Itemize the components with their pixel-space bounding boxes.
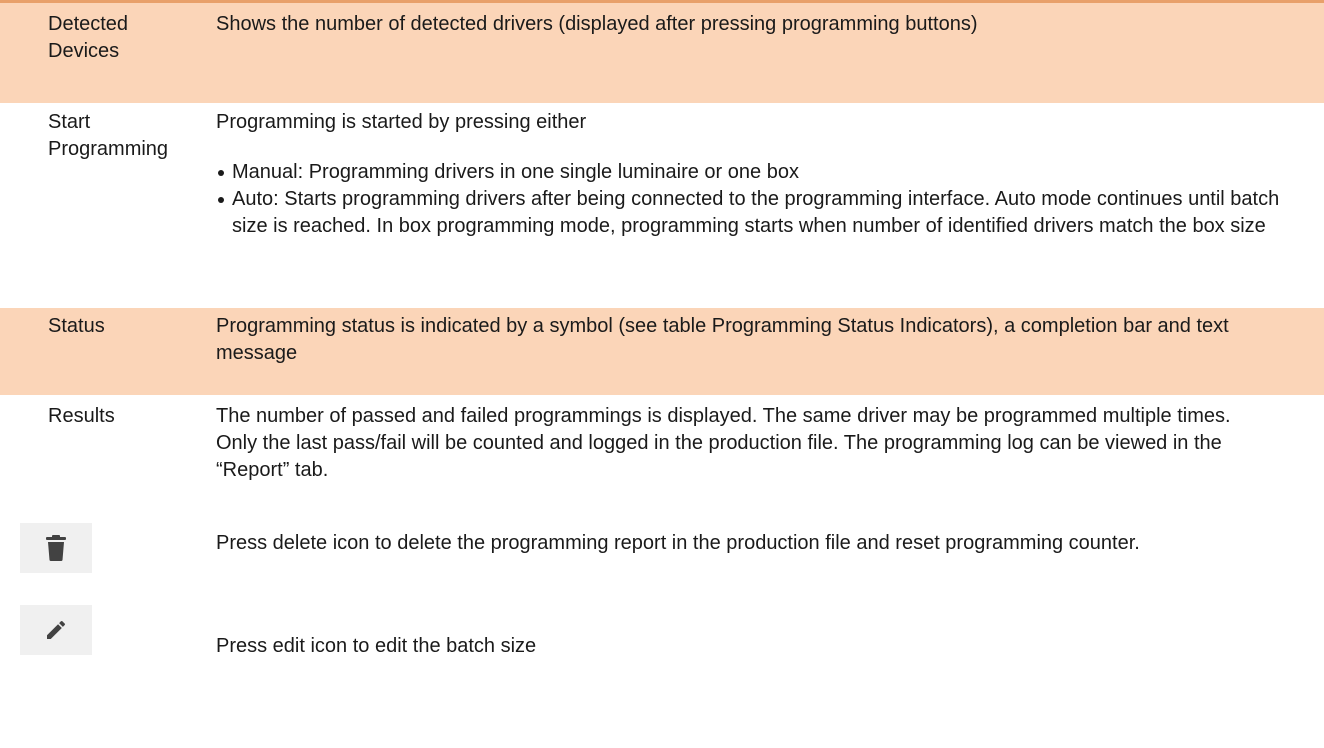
description-text: Shows the number of detected drivers (di…: [216, 13, 978, 35]
table-row-edit: Press edit icon to edit the batch size: [0, 603, 1324, 683]
description-text: The number of passed and failed programm…: [216, 405, 1231, 481]
term-label: Start Programming: [48, 111, 169, 160]
term-label: Status: [48, 315, 105, 337]
term-label: Results: [48, 405, 115, 427]
list-item: Manual: Programming drivers in one singl…: [216, 159, 1306, 186]
description-text: Programming is started by pressing eithe…: [216, 111, 587, 133]
table-row-results: Results The number of passed and failed …: [0, 395, 1324, 523]
delete-icon: [20, 523, 92, 573]
edit-icon: [20, 605, 92, 655]
definition-table: Detected Devices Shows the number of det…: [0, 0, 1324, 683]
table-row-delete: Press delete icon to delete the programm…: [0, 523, 1324, 603]
bullet-list: Manual: Programming drivers in one singl…: [216, 159, 1306, 240]
description-text: Press delete icon to delete the programm…: [216, 532, 1140, 554]
list-item: Auto: Starts programming drivers after b…: [216, 186, 1306, 240]
description-block: Programming is started by pressing eithe…: [216, 109, 1306, 240]
term-label: Detected Devices: [48, 13, 129, 62]
description-text: Press edit icon to edit the batch size: [216, 635, 537, 657]
table-row-detected-devices: Detected Devices Shows the number of det…: [0, 3, 1324, 103]
table-row-status: Status Programming status is indicated b…: [0, 308, 1324, 395]
table-row-start-programming: Start Programming Programming is started…: [0, 103, 1324, 308]
description-text: Programming status is indicated by a sym…: [216, 315, 1229, 364]
